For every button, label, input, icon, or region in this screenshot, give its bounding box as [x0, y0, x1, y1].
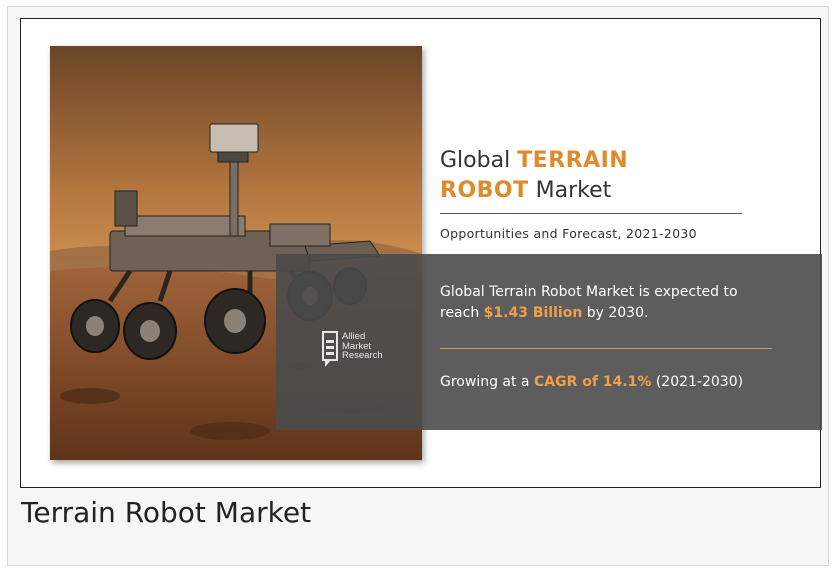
info-line-1: Global Terrain Robot Market is expected … [440, 284, 738, 300]
market-value: $1.43 Billion [483, 305, 583, 321]
info-line-2-suffix: by 2030. [582, 305, 649, 321]
subtitle: Opportunities and Forecast, 2021-2030 [440, 226, 697, 241]
growth-suffix: (2021-2030) [651, 374, 744, 390]
info-line-2-prefix: reach [440, 305, 484, 321]
figure-caption: Terrain Robot Market [21, 496, 312, 529]
logo-line-3: Research [342, 350, 383, 361]
cagr-value: CAGR of 14.1% [533, 374, 652, 390]
title-line-2: ROBOT Market [440, 176, 760, 206]
title-prefix: Global [440, 148, 518, 173]
allied-market-research-logo: Allied Market Research [322, 330, 402, 374]
info-line-2: reach $1.43 Billion by 2030. [440, 303, 648, 324]
title-line-1: Global TERRAIN [440, 146, 760, 176]
chart-title: Global TERRAIN ROBOT Market [440, 146, 760, 206]
title-bold-terrain: TERRAIN [517, 148, 629, 173]
title-bold-robot: ROBOT [440, 178, 529, 203]
logo-text: Allied Market Research [342, 332, 383, 361]
growth-line: Growing at a CAGR of 14.1% (2021-2030) [440, 372, 743, 393]
growth-prefix: Growing at a [440, 374, 534, 390]
info-divider [440, 348, 772, 349]
title-suffix: Market [528, 178, 612, 203]
logo-mark-icon [322, 331, 338, 367]
title-divider [440, 213, 742, 214]
